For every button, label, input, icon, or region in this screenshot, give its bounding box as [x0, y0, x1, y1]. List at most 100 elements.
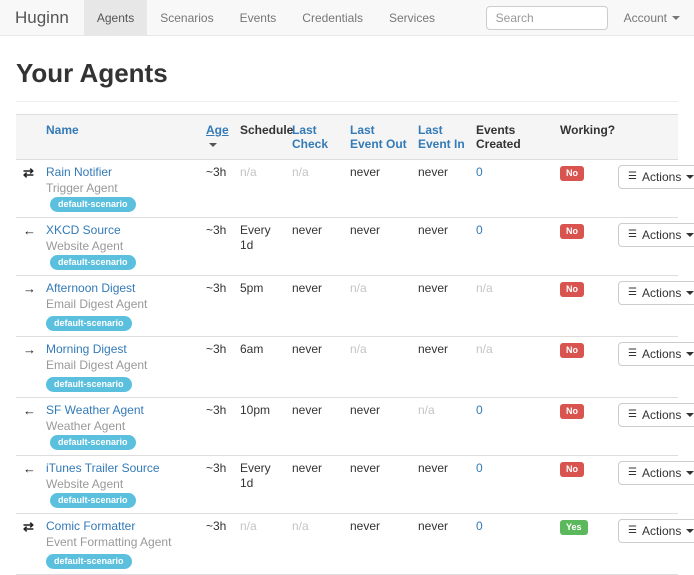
- account-menu[interactable]: Account: [624, 11, 680, 25]
- scenario-badge[interactable]: default-scenario: [50, 435, 136, 450]
- agents-table-body: ⇄ Rain Notifier Trigger Agent default-sce…: [16, 160, 678, 575]
- agent-name-link[interactable]: XKCD Source: [46, 223, 121, 237]
- actions-button[interactable]: ☰Actions: [618, 281, 694, 305]
- agent-type-label: Email Digest Agent: [46, 358, 147, 372]
- last-event-out-cell: n/a: [346, 337, 414, 398]
- schedule-cell: 6am: [236, 337, 288, 398]
- arrow-left-icon: ←: [23, 461, 36, 476]
- events-created-link: n/a: [476, 281, 493, 295]
- name-cell: Morning Digest Email Digest Agent default…: [46, 342, 198, 392]
- caret-down-icon: [686, 352, 694, 356]
- arrow-right-icon: →: [23, 342, 36, 357]
- schedule-cell: 10pm: [236, 398, 288, 456]
- nav-item-scenarios[interactable]: Scenarios: [147, 0, 226, 35]
- events-created-link: n/a: [476, 342, 493, 356]
- agent-name-link[interactable]: Morning Digest: [46, 342, 127, 356]
- table-row: ← SF Weather Agent Weather Agentdefault-…: [16, 398, 678, 456]
- actions-button-label: Actions: [642, 347, 681, 361]
- actions-button[interactable]: ☰Actions: [618, 165, 694, 189]
- search-input[interactable]: [486, 6, 608, 30]
- caret-down-icon: [686, 233, 694, 237]
- agents-table: Name Age Schedule Last Check Last Event …: [16, 114, 678, 575]
- last-event-out-cell: n/a: [346, 276, 414, 337]
- actions-button-label: Actions: [642, 408, 681, 422]
- last-event-out-cell: never: [346, 456, 414, 514]
- last-check-cell: never: [288, 456, 346, 514]
- last-check-cell: never: [288, 276, 346, 337]
- scenario-badge[interactable]: default-scenario: [46, 554, 132, 569]
- main-content: Your Agents Name Age Schedule Last Check…: [0, 58, 694, 575]
- nav-item-credentials[interactable]: Credentials: [289, 0, 376, 35]
- actions-button[interactable]: ☰ Actions: [618, 342, 694, 366]
- agent-name-link[interactable]: Comic Formatter: [46, 519, 135, 533]
- agent-type-label: Trigger Agent: [46, 181, 118, 195]
- last-event-in-cell: never: [414, 456, 472, 514]
- schedule-cell: n/a: [236, 514, 288, 575]
- scenario-badge[interactable]: default-scenario: [46, 377, 132, 392]
- header-age[interactable]: Age: [202, 115, 236, 160]
- last-check-cell: never: [288, 337, 346, 398]
- scenario-badge[interactable]: default-scenario: [46, 316, 132, 331]
- scenario-badge[interactable]: default-scenario: [50, 255, 136, 270]
- header-last-event-in[interactable]: Last Event In: [414, 115, 472, 160]
- last-event-out-cell: never: [346, 514, 414, 575]
- header-last-check[interactable]: Last Check: [288, 115, 346, 160]
- sort-desc-icon: [209, 143, 217, 147]
- scenario-badge[interactable]: default-scenario: [50, 493, 136, 508]
- events-created-link[interactable]: 0: [476, 403, 483, 417]
- actions-button-label: Actions: [642, 524, 681, 538]
- agent-type-label: Email Digest Agent: [46, 297, 147, 311]
- nav-item-services[interactable]: Services: [376, 0, 448, 35]
- header-schedule: Schedule: [236, 115, 288, 160]
- name-cell: Rain Notifier Trigger Agent default-scena…: [46, 165, 198, 212]
- last-event-out-cell: never: [346, 398, 414, 456]
- nav-item-events[interactable]: Events: [227, 0, 290, 35]
- arrow-left-icon: ←: [23, 403, 36, 418]
- arrow-left-icon: ←: [23, 223, 36, 238]
- caret-down-icon: [686, 471, 694, 475]
- events-created-link[interactable]: 0: [476, 461, 483, 475]
- table-row: → Afternoon Digest Email Digest Agent def…: [16, 276, 678, 337]
- age-cell: ~3h: [202, 218, 236, 276]
- schedule-cell: n/a: [236, 160, 288, 218]
- last-check-cell: never: [288, 218, 346, 276]
- name-cell: Afternoon Digest Email Digest Agent defau…: [46, 281, 198, 331]
- header-name[interactable]: Name: [42, 115, 202, 160]
- nav-item-agents[interactable]: Agents: [84, 0, 147, 35]
- age-cell: ~3h: [202, 276, 236, 337]
- agent-name-link[interactable]: Rain Notifier: [46, 165, 112, 179]
- table-row: ← iTunes Trailer Source Website Agent def…: [16, 456, 678, 514]
- events-created-link[interactable]: 0: [476, 165, 483, 179]
- page-title: Your Agents: [16, 58, 678, 89]
- caret-down-icon: [672, 16, 680, 20]
- table-row: → Morning Digest Email Digest Agent defau…: [16, 337, 678, 398]
- arrow-right-icon: →: [23, 281, 36, 296]
- agent-name-link[interactable]: iTunes Trailer Source: [46, 461, 160, 475]
- actions-button[interactable]: ☰Actions: [618, 461, 694, 485]
- working-badge: No: [560, 343, 584, 358]
- brand-link[interactable]: Huginn: [0, 0, 84, 35]
- last-event-out-cell: never: [346, 218, 414, 276]
- transfer-icon: ⇄: [23, 519, 34, 534]
- events-created-link[interactable]: 0: [476, 519, 483, 533]
- age-cell: ~3h: [202, 456, 236, 514]
- list-icon: ☰: [628, 347, 637, 361]
- name-cell: XKCD Source Website Agentdefault-scenari…: [46, 223, 198, 270]
- events-created-link[interactable]: 0: [476, 223, 483, 237]
- last-event-in-cell: n/a: [414, 398, 472, 456]
- actions-button[interactable]: ☰Actions: [618, 519, 694, 543]
- list-icon: ☰: [628, 466, 637, 480]
- header-icon-spacer: [16, 115, 42, 160]
- header-last-event-out[interactable]: Last Event Out: [346, 115, 414, 160]
- agent-name-link[interactable]: SF Weather Agent: [46, 403, 144, 417]
- agent-type-label: Website Agent: [46, 477, 123, 491]
- caret-down-icon: [686, 291, 694, 295]
- age-cell: ~3h: [202, 160, 236, 218]
- scenario-badge[interactable]: default-scenario: [50, 197, 136, 212]
- header-working: Working?: [556, 115, 614, 160]
- actions-button[interactable]: ☰Actions: [618, 223, 694, 247]
- list-icon: ☰: [628, 286, 637, 300]
- agent-name-link[interactable]: Afternoon Digest: [46, 281, 135, 295]
- actions-button[interactable]: ☰Actions: [618, 403, 694, 427]
- last-event-out-cell: never: [346, 160, 414, 218]
